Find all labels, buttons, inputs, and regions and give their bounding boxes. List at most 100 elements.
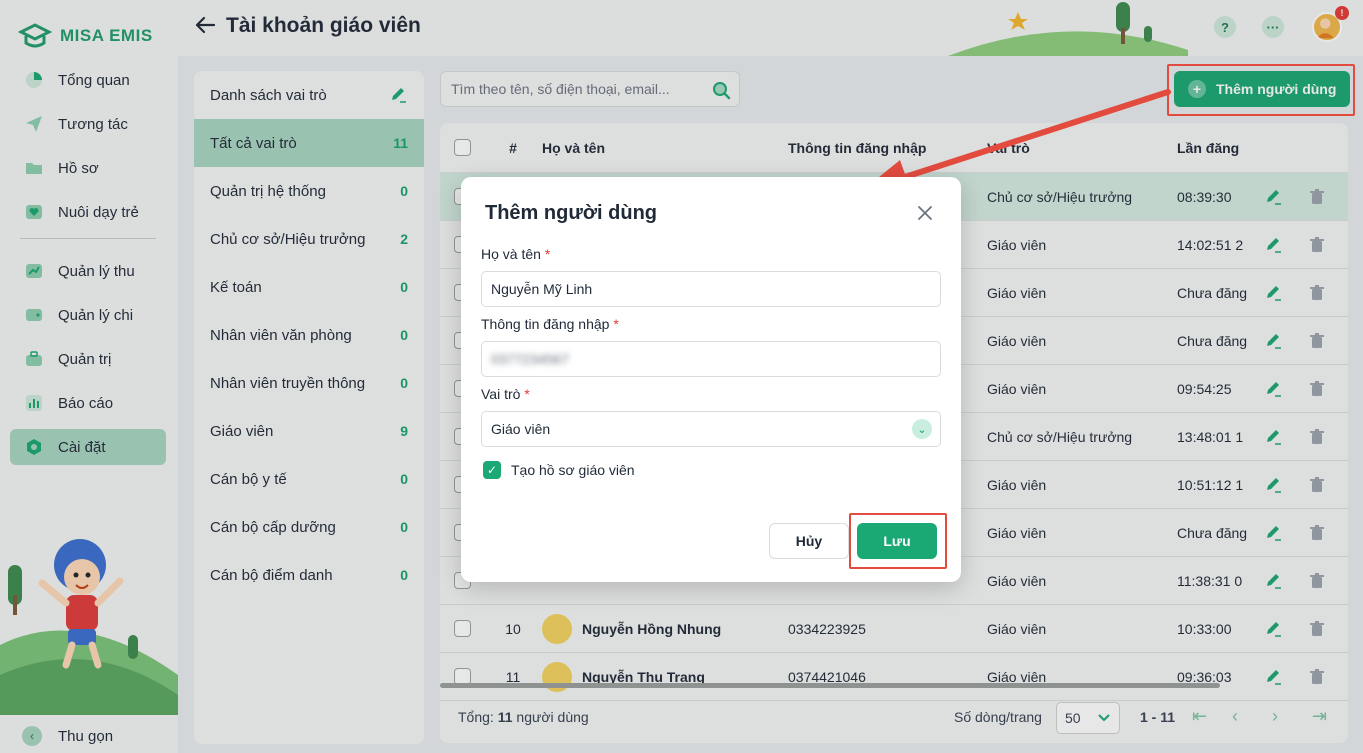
role-item[interactable]: Tất cả vai trò 11 (194, 119, 424, 167)
cancel-button[interactable]: Hủy (769, 523, 849, 559)
settings-icon (24, 437, 44, 457)
trash-icon[interactable] (1307, 235, 1327, 255)
role-select[interactable]: Giáo viên ⌄ (481, 411, 941, 447)
select-all-checkbox[interactable] (454, 139, 471, 156)
role-label: Nhân viên truyền thông (210, 374, 366, 392)
role-item[interactable]: Kế toán 0 (194, 263, 424, 311)
sidebar-item-3[interactable]: Nuôi dạy trẻ (10, 194, 166, 230)
heart-icon (24, 202, 44, 222)
next-page-icon[interactable]: › (1272, 707, 1290, 727)
table-row[interactable]: 10 Nguyễn Hồng Nhung 0334223925 Giáo viên 10… (440, 605, 1348, 653)
page-title: Tài khoản giáo viên (226, 14, 421, 37)
row-role: Giáo viên (987, 284, 1047, 301)
notification-badge: ! (1335, 6, 1349, 20)
trash-icon[interactable] (1307, 571, 1327, 591)
edit-pencil-icon[interactable] (1263, 379, 1283, 399)
help-icon[interactable]: ? (1214, 16, 1236, 38)
briefcase-icon (24, 349, 44, 369)
edit-pencil-icon[interactable] (388, 85, 408, 105)
role-item[interactable]: Quản trị hệ thống 0 (194, 167, 424, 215)
trash-icon[interactable] (1307, 523, 1327, 543)
table-footer: Tổng: 11 người dùng Số dòng/trang 50 1 -… (440, 693, 1348, 743)
close-icon[interactable] (913, 201, 937, 225)
rows-per-page-value: 50 (1065, 710, 1081, 726)
brand-name: MISA EMIS (60, 26, 153, 45)
trash-icon[interactable] (1307, 619, 1327, 639)
edit-pencil-icon[interactable] (1263, 571, 1283, 591)
trash-icon[interactable] (1307, 427, 1327, 447)
save-button-highlight (849, 513, 947, 569)
edit-pencil-icon[interactable] (1263, 523, 1283, 543)
logo-icon (18, 23, 52, 48)
edit-pencil-icon[interactable] (1263, 619, 1283, 639)
main-nav: Tổng quan Tương tác Hồ sơ Nuôi dạy trẻ Quản … (10, 62, 166, 473)
row-last-login: Chưa đăng (1177, 524, 1247, 541)
trash-icon[interactable] (1307, 667, 1327, 687)
sidebar-item-4[interactable]: Quản lý thu (10, 253, 166, 289)
total-users: Tổng: 11 người dùng (458, 709, 589, 725)
login-label: Thông tin đăng nhập * (481, 316, 619, 332)
edit-pencil-icon[interactable] (1263, 475, 1283, 495)
income-chart-icon (24, 261, 44, 281)
edit-pencil-icon[interactable] (1263, 667, 1283, 687)
sidebar-item-8[interactable]: Cài đặt (10, 429, 166, 465)
rows-per-page-select[interactable]: 50 (1056, 702, 1120, 734)
brand-logo[interactable]: MISA EMIS (18, 22, 153, 50)
sidebar-item-6[interactable]: Quản trị (10, 341, 166, 377)
search-icon[interactable] (711, 80, 731, 100)
role-item[interactable]: Cán bộ y tế 0 (194, 455, 424, 503)
role-label: Kế toán (210, 278, 262, 296)
last-page-icon[interactable]: ⇥ (1312, 707, 1330, 727)
search-input[interactable]: Tìm theo tên, số điện thoại, email... (440, 71, 740, 107)
horizontal-scrollbar[interactable] (440, 683, 1220, 688)
role-item[interactable]: Giáo viên 9 (194, 407, 424, 455)
more-icon[interactable]: ··· (1262, 16, 1284, 38)
role-count: 11 (393, 135, 408, 151)
sidebar-item-1[interactable]: Tương tác (10, 106, 166, 142)
create-teacher-profile-checkbox[interactable]: ✓ Tạo hồ sơ giáo viên (483, 461, 635, 479)
trash-icon[interactable] (1307, 379, 1327, 399)
col-name: Họ và tên (542, 139, 606, 156)
role-item[interactable]: Cán bộ điểm danh 0 (194, 551, 424, 599)
collapse-sidebar-button[interactable]: ‹ Thu gọn (22, 726, 113, 746)
sidebar-item-2[interactable]: Hồ sơ (10, 150, 166, 186)
sidebar-item-label: Cài đặt (58, 438, 106, 456)
role-item[interactable]: Nhân viên truyền thông 0 (194, 359, 424, 407)
role-select-value: Giáo viên (491, 421, 551, 437)
row-role: Giáo viên (987, 524, 1047, 541)
edit-pencil-icon[interactable] (1263, 427, 1283, 447)
row-role: Giáo viên (987, 236, 1047, 253)
checkbox-label: Tạo hồ sơ giáo viên (511, 462, 635, 478)
row-checkbox[interactable] (454, 620, 471, 637)
add-button-highlight (1167, 64, 1355, 116)
trash-icon[interactable] (1307, 331, 1327, 351)
role-label: Nhân viên văn phòng (210, 326, 352, 344)
trash-icon[interactable] (1307, 187, 1327, 207)
full-name-value: Nguyễn Mỹ Linh (491, 281, 593, 297)
role-count: 2 (400, 231, 408, 247)
edit-pencil-icon[interactable] (1263, 283, 1283, 303)
sidebar-item-5[interactable]: Quản lý chi (10, 297, 166, 333)
chevron-down-icon: ⌄ (912, 419, 932, 439)
trash-icon[interactable] (1307, 475, 1327, 495)
role-count: 0 (400, 519, 408, 535)
edit-pencil-icon[interactable] (1263, 235, 1283, 255)
first-page-icon[interactable]: ⇤ (1192, 707, 1210, 727)
edit-pencil-icon[interactable] (1263, 187, 1283, 207)
role-item[interactable]: Cán bộ cấp dưỡng 0 (194, 503, 424, 551)
row-last-login: 13:48:01 1 (1177, 428, 1244, 445)
prev-page-icon[interactable]: ‹ (1232, 707, 1250, 727)
role-item[interactable]: Nhân viên văn phòng 0 (194, 311, 424, 359)
role-list-header: Danh sách vai trò (194, 71, 424, 119)
sidebar-item-0[interactable]: Tổng quan (10, 62, 166, 98)
full-name-field[interactable]: Nguyễn Mỹ Linh (481, 271, 941, 307)
col-number: # (509, 139, 517, 156)
login-info-field[interactable]: 0377234567 (481, 341, 941, 377)
trash-icon[interactable] (1307, 283, 1327, 303)
row-last-login: 10:51:12 1 (1177, 476, 1244, 493)
role-item[interactable]: Chủ cơ sở/Hiệu trưởng 2 (194, 215, 424, 263)
back-arrow-icon[interactable] (194, 14, 216, 36)
edit-pencil-icon[interactable] (1263, 331, 1283, 351)
sidebar-item-7[interactable]: Báo cáo (10, 385, 166, 421)
role-count: 0 (400, 327, 408, 343)
